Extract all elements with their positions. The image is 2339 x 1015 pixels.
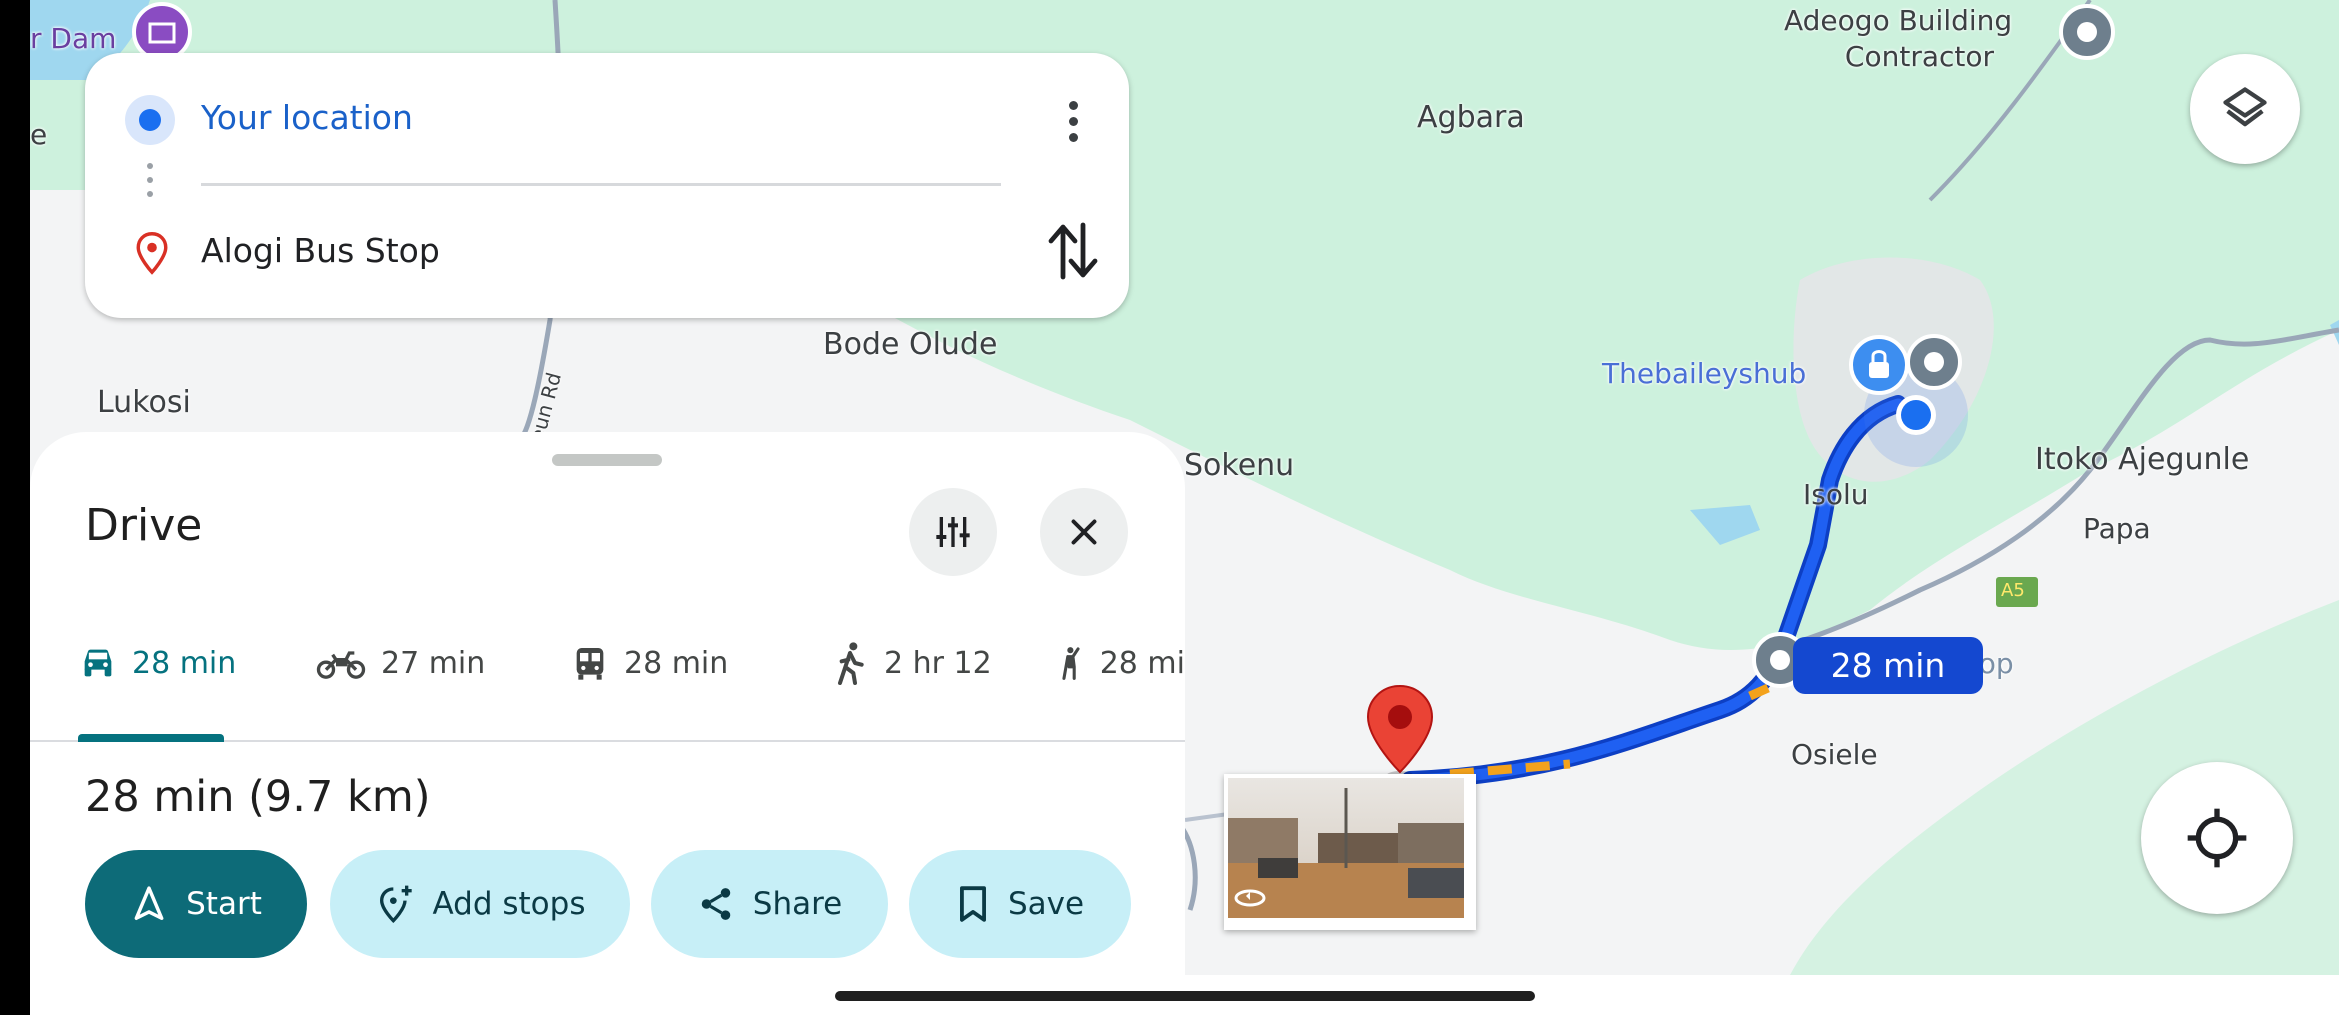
current-location-dot (1901, 400, 1931, 430)
walk-icon (838, 642, 864, 685)
swap-icon[interactable] (1047, 221, 1099, 286)
start-button-label: Start (186, 886, 262, 922)
home-indicator[interactable] (835, 991, 1535, 1001)
shopping-marker (1849, 335, 1909, 395)
tab-transit-label: 28 min (624, 645, 729, 681)
save-label: Save (1007, 886, 1085, 922)
route-summary: 28 min (9.7 km) (85, 772, 431, 822)
museum-marker (132, 2, 192, 62)
route-options-button[interactable] (909, 488, 997, 576)
route-shield-label: A5 (2001, 580, 2025, 601)
map-label-bode-olude: Bode Olude (823, 327, 998, 362)
map-label-itoko: Itoko Ajegunle (2035, 442, 2250, 477)
layers-button[interactable] (2190, 54, 2300, 164)
add-location-icon (379, 885, 412, 924)
route-dots-icon (147, 163, 153, 197)
tab-car[interactable]: 28 min (78, 638, 236, 688)
motorcycle-icon (316, 651, 366, 679)
car-icon (84, 649, 112, 677)
map-label-isolu: Isolu (1803, 478, 1869, 511)
my-location-button[interactable] (2141, 762, 2293, 914)
tab-walk-label: 2 hr 12 (884, 645, 992, 681)
bookmark-icon (959, 886, 986, 922)
map-label-osiele: Osiele (1791, 738, 1878, 771)
street-view-thumbnail[interactable] (1224, 774, 1476, 930)
poi-marker (2059, 4, 2115, 60)
map-label-papa: Papa (2083, 512, 2151, 545)
close-button[interactable] (1040, 488, 1128, 576)
my-location-icon (2187, 808, 2247, 868)
destination-field[interactable]: Alogi Bus Stop (201, 231, 440, 270)
map-label-adeogo-2: Contractor (1844, 40, 1994, 73)
map-label-adeogo: Adeogo Building (1784, 4, 2013, 37)
tab-ride[interactable]: 28 mi (1055, 638, 1185, 688)
fields-divider (201, 183, 1001, 186)
layers-icon (2223, 87, 2267, 127)
transit-icon (576, 648, 604, 680)
share-button[interactable]: Share (651, 850, 888, 958)
tab-car-label: 28 min (132, 645, 237, 681)
tab-transit[interactable]: 28 min (570, 638, 728, 688)
share-label: Share (752, 886, 843, 922)
start-button[interactable]: Start (85, 850, 307, 958)
tab-walk[interactable]: 2 hr 12 (830, 638, 992, 688)
map-label-edge: e (30, 118, 48, 151)
close-icon (1071, 519, 1097, 545)
active-tab-indicator (78, 734, 224, 742)
maps-screen: r Dam e Agbara Adeogo Building Contracto… (30, 0, 2339, 975)
system-navigation-bar (30, 975, 2339, 1015)
poi-marker (1906, 334, 1962, 390)
destination-pin-icon[interactable] (1364, 682, 1436, 782)
map-label-dam: r Dam (30, 22, 117, 55)
map-label-sokenu: Sokenu (1184, 448, 1295, 483)
map-label-agbara: Agbara (1417, 100, 1525, 135)
tune-icon (936, 517, 970, 547)
map-label-lukosi: Lukosi (97, 385, 191, 420)
ride-icon (1062, 647, 1080, 680)
origin-field[interactable]: Your location (201, 98, 413, 137)
add-stops-label: Add stops (432, 886, 586, 922)
save-button[interactable]: Save (909, 850, 1131, 958)
destination-pin-icon (135, 231, 169, 280)
tab-ride-label: 28 mi (1099, 645, 1185, 681)
sheet-title: Drive (85, 500, 203, 551)
tab-motorcycle-label: 27 min (381, 645, 486, 681)
share-icon (701, 888, 731, 920)
add-stops-button[interactable]: Add stops (330, 850, 630, 958)
route-time-badge[interactable]: 28 min (1793, 637, 1983, 694)
directions-bottom-sheet: Drive 28 min 27 min 28 min 2 hr 12 28 mi… (30, 432, 1185, 975)
navigation-arrow-icon (134, 886, 164, 920)
origin-dot-icon (125, 95, 175, 145)
tab-motorcycle[interactable]: 27 min (315, 638, 485, 688)
sheet-drag-handle[interactable] (552, 454, 662, 466)
map-label-thebaileyshub[interactable]: Thebaileyshub (1602, 357, 1806, 390)
directions-card: Your location Alogi Bus Stop (85, 53, 1129, 318)
more-vert-icon[interactable] (1069, 101, 1078, 142)
